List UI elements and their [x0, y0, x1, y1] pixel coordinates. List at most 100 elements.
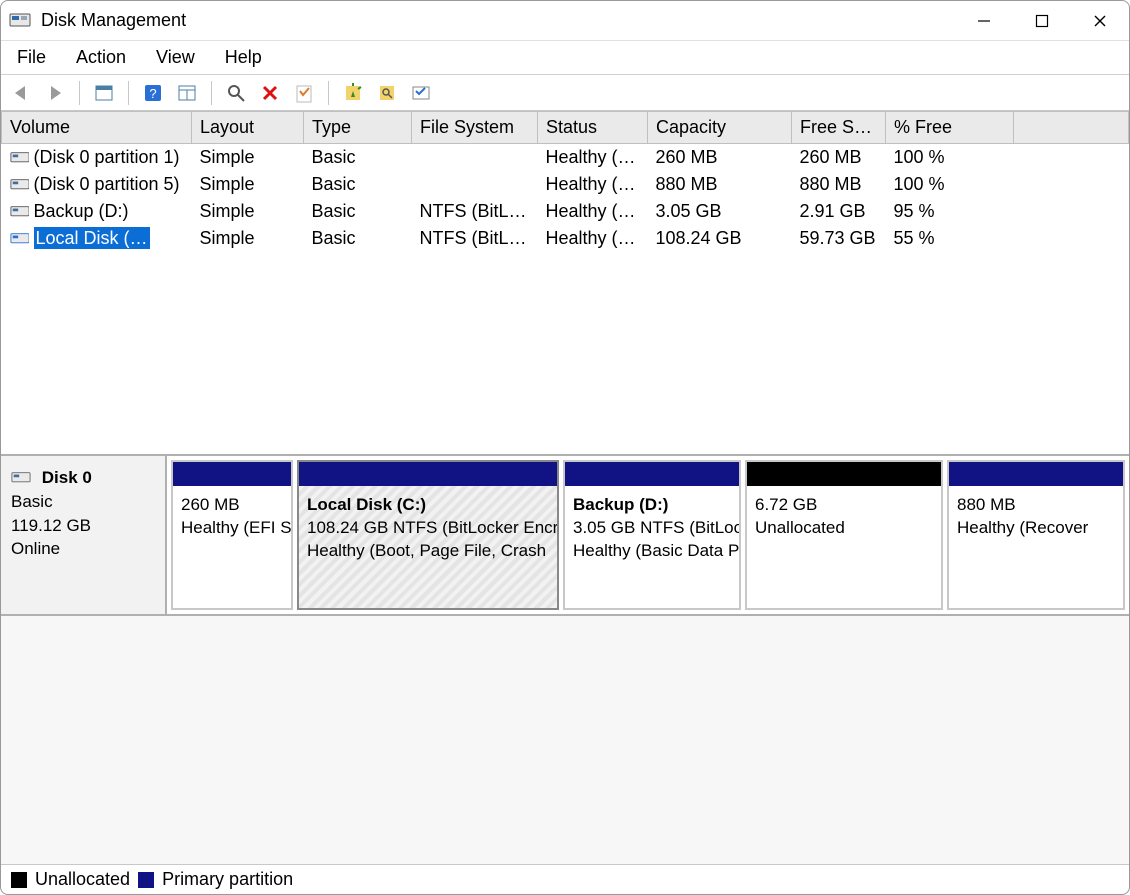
volume-fs: [412, 171, 538, 198]
tool-sep: [128, 81, 129, 105]
partition-block[interactable]: Backup (D:)3.05 GB NTFS (BitLocHealthy (…: [563, 460, 741, 610]
menu-help[interactable]: Help: [225, 47, 262, 68]
delete-button[interactable]: [258, 81, 282, 105]
table-row[interactable]: (Disk 0 partition 5)SimpleBasicHealthy (…: [2, 171, 1129, 198]
volume-pct: 95 %: [886, 198, 1014, 225]
tool-bar: ?: [1, 75, 1129, 111]
disk-state: Online: [11, 537, 155, 561]
tool-sep: [79, 81, 80, 105]
partition-status: Healthy (EFI S: [181, 517, 283, 540]
partition-block[interactable]: 260 MBHealthy (EFI S: [171, 460, 293, 610]
volume-capacity: 108.24 GB: [648, 225, 792, 252]
partition-title: Backup (D:): [573, 494, 731, 517]
volume-free: 880 MB: [792, 171, 886, 198]
forward-button[interactable]: [43, 81, 67, 105]
partition-block[interactable]: 6.72 GBUnallocated: [745, 460, 943, 610]
app-icon: [9, 12, 31, 30]
back-button[interactable]: [9, 81, 33, 105]
disk-icon: [11, 468, 31, 482]
legend-unallocated: Unallocated: [35, 869, 130, 890]
disk-label-panel[interactable]: Disk 0 Basic 119.12 GB Online: [1, 456, 167, 614]
refresh-button[interactable]: [224, 81, 248, 105]
disk-type: Basic: [11, 490, 155, 514]
search-action-button[interactable]: [375, 81, 399, 105]
partition-status: Unallocated: [755, 517, 933, 540]
volume-status: Healthy (B…: [538, 198, 648, 225]
volume-type: Basic: [304, 198, 412, 225]
disk-map: Disk 0 Basic 119.12 GB Online 260 MBHeal…: [1, 456, 1129, 616]
disk-size: 119.12 GB: [11, 514, 155, 538]
title-bar: Disk Management: [1, 1, 1129, 41]
bottom-pane: [1, 616, 1129, 864]
volume-fs: NTFS (BitLo…: [412, 198, 538, 225]
table-row[interactable]: (Disk 0 partition 1)SimpleBasicHealthy (…: [2, 144, 1129, 171]
volume-pct: 55 %: [886, 225, 1014, 252]
close-button[interactable]: [1071, 1, 1129, 41]
col-volume[interactable]: Volume: [2, 112, 192, 144]
tool-sep: [211, 81, 212, 105]
volume-layout: Simple: [192, 171, 304, 198]
legend: Unallocated Primary partition: [1, 864, 1129, 894]
partition-band: [173, 462, 291, 486]
more-actions-button[interactable]: [409, 81, 433, 105]
partition-band: [747, 462, 941, 486]
partition-status: Healthy (Basic Data P: [573, 540, 731, 563]
window-title: Disk Management: [41, 10, 186, 31]
volume-layout: Simple: [192, 144, 304, 171]
volume-fs: [412, 144, 538, 171]
volume-status: Healthy (R…: [538, 171, 648, 198]
disk-name: Disk 0: [42, 468, 92, 487]
menu-view[interactable]: View: [156, 47, 195, 68]
volume-capacity: 3.05 GB: [648, 198, 792, 225]
volume-name: (Disk 0 partition 5): [34, 174, 180, 194]
show-hide-tree-button[interactable]: [92, 81, 116, 105]
menu-action[interactable]: Action: [76, 47, 126, 68]
maximize-button[interactable]: [1013, 1, 1071, 41]
partition-status: Healthy (Boot, Page File, Crash: [307, 540, 549, 563]
col-layout[interactable]: Layout: [192, 112, 304, 144]
volume-icon: [10, 176, 30, 190]
col-free[interactable]: Free Sp…: [792, 112, 886, 144]
table-row[interactable]: Backup (D:) SimpleBasicNTFS (BitLo…Health…: [2, 198, 1129, 225]
col-status[interactable]: Status: [538, 112, 648, 144]
table-row[interactable]: Local Disk (…SimpleBasicNTFS (BitLo…Heal…: [2, 225, 1129, 252]
volume-status: Healthy (B…: [538, 225, 648, 252]
col-spacer: [1014, 112, 1129, 144]
tool-sep: [328, 81, 329, 105]
volume-pct: 100 %: [886, 171, 1014, 198]
partition-block[interactable]: 880 MBHealthy (Recover: [947, 460, 1125, 610]
show-actions-button[interactable]: [175, 81, 199, 105]
partition-band: [949, 462, 1123, 486]
volume-icon: [10, 230, 30, 244]
partition-block[interactable]: Local Disk (C:)108.24 GB NTFS (BitLocker…: [297, 460, 559, 610]
volume-type: Basic: [304, 225, 412, 252]
volume-icon: [10, 149, 30, 163]
volume-fs: NTFS (BitLo…: [412, 225, 538, 252]
partition-size: 108.24 GB NTFS (BitLocker Encr: [307, 517, 549, 540]
volume-layout: Simple: [192, 198, 304, 225]
volume-list[interactable]: Volume Layout Type File System Status Ca…: [1, 111, 1129, 456]
help-button[interactable]: ?: [141, 81, 165, 105]
legend-swatch-primary: [138, 872, 154, 888]
partition-title: Local Disk (C:): [307, 494, 549, 517]
partition-band: [565, 462, 739, 486]
volume-capacity: 260 MB: [648, 144, 792, 171]
col-filesystem[interactable]: File System: [412, 112, 538, 144]
col-capacity[interactable]: Capacity: [648, 112, 792, 144]
volume-free: 260 MB: [792, 144, 886, 171]
col-pctfree[interactable]: % Free: [886, 112, 1014, 144]
volume-free: 59.73 GB: [792, 225, 886, 252]
volume-name: (Disk 0 partition 1): [34, 147, 180, 167]
partition-band: [299, 462, 557, 486]
legend-swatch-unallocated: [11, 872, 27, 888]
new-button[interactable]: [341, 81, 365, 105]
svg-text:?: ?: [149, 86, 156, 101]
menu-file[interactable]: File: [17, 47, 46, 68]
partition-size: 880 MB: [957, 494, 1115, 517]
volume-name: Local Disk (…: [34, 227, 150, 249]
minimize-button[interactable]: [955, 1, 1013, 41]
volume-name: Backup (D:): [34, 201, 129, 221]
properties-button[interactable]: [292, 81, 316, 105]
col-type[interactable]: Type: [304, 112, 412, 144]
volume-free: 2.91 GB: [792, 198, 886, 225]
